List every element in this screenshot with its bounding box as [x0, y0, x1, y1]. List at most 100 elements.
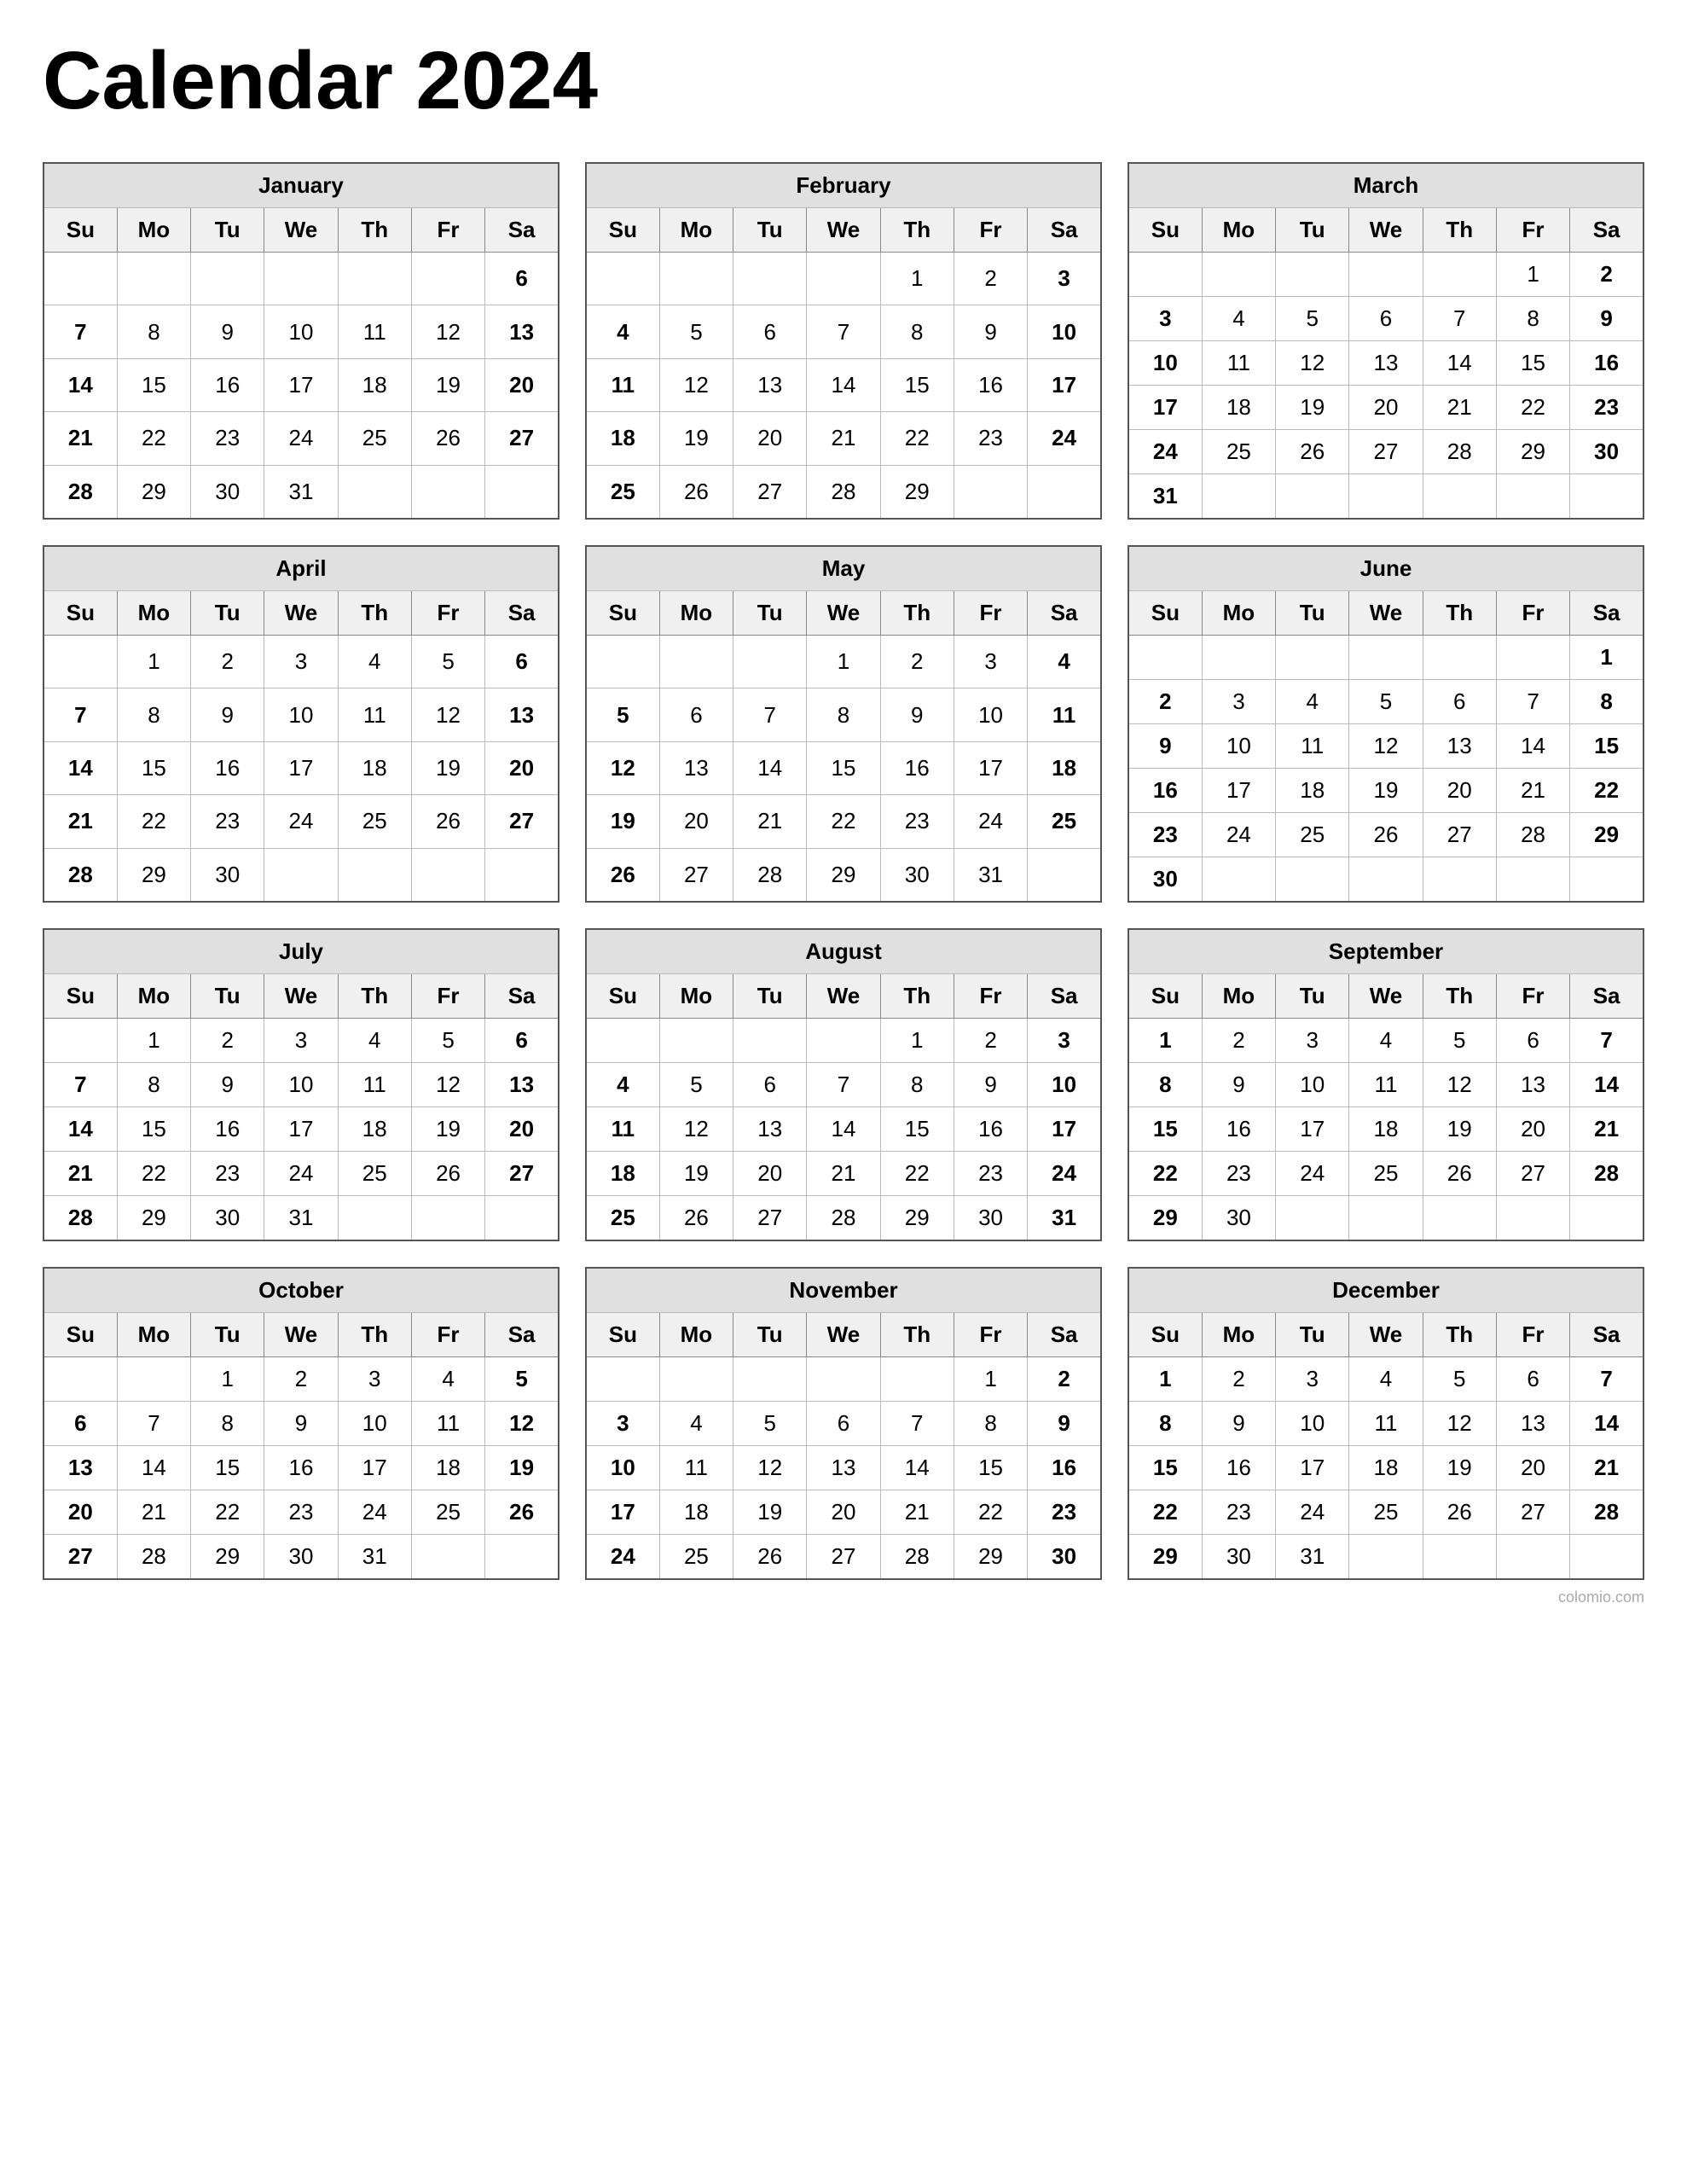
- calendar-day[interactable]: 28: [43, 1196, 117, 1241]
- calendar-day[interactable]: 2: [191, 636, 264, 688]
- calendar-day[interactable]: 20: [1496, 1446, 1569, 1490]
- calendar-day[interactable]: 18: [1349, 1446, 1423, 1490]
- calendar-day[interactable]: 22: [117, 412, 190, 465]
- calendar-day[interactable]: 21: [807, 1152, 880, 1196]
- calendar-day[interactable]: 14: [1570, 1402, 1644, 1446]
- calendar-day[interactable]: 8: [117, 1063, 190, 1107]
- calendar-day[interactable]: 31: [1028, 1196, 1101, 1241]
- calendar-day[interactable]: 13: [485, 305, 559, 358]
- calendar-day[interactable]: 17: [1276, 1446, 1349, 1490]
- calendar-day[interactable]: 14: [1423, 341, 1496, 386]
- calendar-day[interactable]: 15: [1128, 1107, 1202, 1152]
- calendar-day[interactable]: 14: [807, 358, 880, 411]
- calendar-day[interactable]: 26: [586, 848, 659, 902]
- calendar-day[interactable]: 25: [338, 412, 411, 465]
- calendar-day[interactable]: 15: [1570, 724, 1644, 769]
- calendar-day[interactable]: 9: [1570, 297, 1644, 341]
- calendar-day[interactable]: 10: [264, 1063, 338, 1107]
- calendar-day[interactable]: 18: [1349, 1107, 1423, 1152]
- calendar-day[interactable]: 17: [586, 1490, 659, 1535]
- calendar-day[interactable]: 26: [1423, 1490, 1496, 1535]
- calendar-day[interactable]: 29: [880, 465, 954, 519]
- calendar-day[interactable]: 30: [191, 1196, 264, 1241]
- calendar-day[interactable]: 27: [43, 1535, 117, 1580]
- calendar-day[interactable]: 8: [1128, 1402, 1202, 1446]
- calendar-day[interactable]: 9: [264, 1402, 338, 1446]
- calendar-day[interactable]: 13: [807, 1446, 880, 1490]
- calendar-day[interactable]: 21: [43, 1152, 117, 1196]
- calendar-day[interactable]: 16: [264, 1446, 338, 1490]
- calendar-day[interactable]: 15: [880, 1107, 954, 1152]
- calendar-day[interactable]: 16: [191, 358, 264, 411]
- calendar-day[interactable]: 16: [1028, 1446, 1101, 1490]
- calendar-day[interactable]: 29: [807, 848, 880, 902]
- calendar-day[interactable]: 4: [586, 1063, 659, 1107]
- calendar-day[interactable]: 10: [1276, 1402, 1349, 1446]
- calendar-day[interactable]: 7: [43, 305, 117, 358]
- calendar-day[interactable]: 22: [1128, 1490, 1202, 1535]
- calendar-day[interactable]: 16: [954, 1107, 1027, 1152]
- calendar-day[interactable]: 29: [1496, 430, 1569, 474]
- calendar-day[interactable]: 6: [1349, 297, 1423, 341]
- calendar-day[interactable]: 3: [1202, 680, 1275, 724]
- calendar-day[interactable]: 31: [1276, 1535, 1349, 1580]
- calendar-day[interactable]: 27: [485, 795, 559, 848]
- calendar-day[interactable]: 1: [880, 253, 954, 305]
- calendar-day[interactable]: 17: [1202, 769, 1275, 813]
- calendar-day[interactable]: 2: [880, 636, 954, 688]
- calendar-day[interactable]: 10: [1128, 341, 1202, 386]
- calendar-day[interactable]: 8: [880, 305, 954, 358]
- calendar-day[interactable]: 16: [1202, 1107, 1275, 1152]
- calendar-day[interactable]: 2: [191, 1019, 264, 1063]
- calendar-day[interactable]: 25: [1276, 813, 1349, 857]
- calendar-day[interactable]: 12: [1349, 724, 1423, 769]
- calendar-day[interactable]: 4: [1349, 1357, 1423, 1402]
- calendar-day[interactable]: 28: [1570, 1490, 1644, 1535]
- calendar-day[interactable]: 23: [954, 412, 1027, 465]
- calendar-day[interactable]: 14: [43, 741, 117, 794]
- calendar-day[interactable]: 24: [1276, 1490, 1349, 1535]
- calendar-day[interactable]: 14: [1496, 724, 1569, 769]
- calendar-day[interactable]: 20: [733, 1152, 807, 1196]
- calendar-day[interactable]: 30: [1028, 1535, 1101, 1580]
- calendar-day[interactable]: 29: [117, 465, 190, 519]
- calendar-day[interactable]: 24: [264, 1152, 338, 1196]
- calendar-day[interactable]: 12: [659, 1107, 733, 1152]
- calendar-day[interactable]: 16: [191, 741, 264, 794]
- calendar-day[interactable]: 10: [264, 688, 338, 741]
- calendar-day[interactable]: 6: [485, 1019, 559, 1063]
- calendar-day[interactable]: 26: [659, 465, 733, 519]
- calendar-day[interactable]: 15: [117, 741, 190, 794]
- calendar-day[interactable]: 28: [43, 848, 117, 902]
- calendar-day[interactable]: 21: [807, 412, 880, 465]
- calendar-day[interactable]: 5: [1349, 680, 1423, 724]
- calendar-day[interactable]: 12: [659, 358, 733, 411]
- calendar-day[interactable]: 29: [1128, 1196, 1202, 1241]
- calendar-day[interactable]: 23: [1202, 1490, 1275, 1535]
- calendar-day[interactable]: 24: [1202, 813, 1275, 857]
- calendar-day[interactable]: 6: [1496, 1357, 1569, 1402]
- calendar-day[interactable]: 21: [43, 795, 117, 848]
- calendar-day[interactable]: 8: [1496, 297, 1569, 341]
- calendar-day[interactable]: 1: [1570, 636, 1644, 680]
- calendar-day[interactable]: 22: [117, 795, 190, 848]
- calendar-day[interactable]: 9: [1202, 1402, 1275, 1446]
- calendar-day[interactable]: 19: [411, 1107, 484, 1152]
- calendar-day[interactable]: 15: [880, 358, 954, 411]
- calendar-day[interactable]: 12: [1423, 1402, 1496, 1446]
- calendar-day[interactable]: 13: [1349, 341, 1423, 386]
- calendar-day[interactable]: 23: [191, 1152, 264, 1196]
- calendar-day[interactable]: 22: [880, 1152, 954, 1196]
- calendar-day[interactable]: 13: [1496, 1402, 1569, 1446]
- calendar-day[interactable]: 7: [43, 1063, 117, 1107]
- calendar-day[interactable]: 24: [1028, 1152, 1101, 1196]
- calendar-day[interactable]: 9: [954, 1063, 1027, 1107]
- calendar-day[interactable]: 15: [954, 1446, 1027, 1490]
- calendar-day[interactable]: 12: [411, 305, 484, 358]
- calendar-day[interactable]: 10: [954, 688, 1027, 741]
- calendar-day[interactable]: 14: [807, 1107, 880, 1152]
- calendar-day[interactable]: 8: [1570, 680, 1644, 724]
- calendar-day[interactable]: 20: [485, 358, 559, 411]
- calendar-day[interactable]: 8: [117, 305, 190, 358]
- calendar-day[interactable]: 20: [733, 412, 807, 465]
